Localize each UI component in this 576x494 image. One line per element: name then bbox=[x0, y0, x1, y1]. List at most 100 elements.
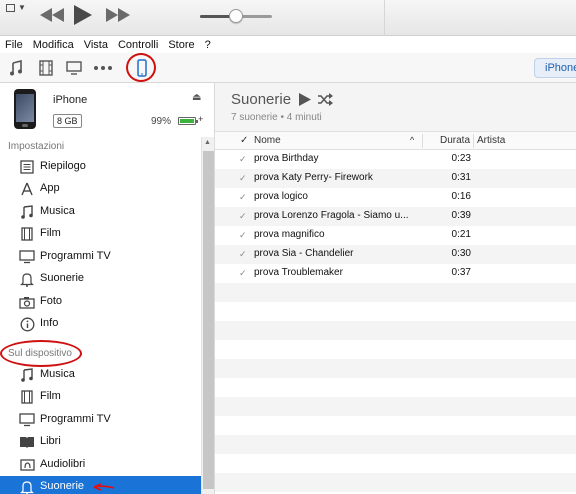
rewind-icon[interactable] bbox=[40, 8, 64, 22]
sidebar-item-device-audiobooks[interactable]: Audiolibri bbox=[0, 454, 201, 476]
sort-ascending-icon[interactable]: ^ bbox=[410, 135, 414, 145]
table-row[interactable]: ✓ prova logico 0:16 bbox=[215, 188, 576, 207]
row-checkbox[interactable]: ✓ bbox=[239, 268, 247, 279]
ringtone-duration: 0:21 bbox=[451, 229, 471, 240]
tv-icon bbox=[19, 412, 35, 428]
sidebar-item-device-ringtones[interactable]: Suonerie bbox=[0, 476, 201, 494]
sidebar-item-summary[interactable]: Riepilogo bbox=[0, 156, 201, 178]
column-check[interactable]: ✓ bbox=[240, 135, 248, 146]
row-checkbox[interactable]: ✓ bbox=[239, 173, 247, 184]
sidebar-item-film[interactable]: Film bbox=[0, 223, 201, 245]
ringtone-duration: 0:37 bbox=[451, 267, 471, 278]
info-icon bbox=[19, 316, 35, 332]
empty-row bbox=[215, 435, 576, 454]
tv-icon bbox=[19, 249, 35, 265]
playlist-header: Suonerie 7 suonerie • 4 minuti bbox=[215, 83, 576, 131]
sidebar-item-label: Musica bbox=[40, 368, 75, 380]
ringtone-name: prova magnifico bbox=[254, 229, 325, 240]
sidebar-item-device-books[interactable]: Libri bbox=[0, 431, 201, 453]
empty-row bbox=[215, 321, 576, 340]
empty-row bbox=[215, 359, 576, 378]
play-icon[interactable] bbox=[299, 93, 311, 106]
menu-controls[interactable]: Controlli bbox=[118, 39, 158, 51]
app-icon bbox=[19, 181, 35, 197]
scroll-thumb[interactable] bbox=[203, 151, 214, 489]
music-note-icon[interactable] bbox=[9, 58, 23, 78]
row-checkbox[interactable]: ✓ bbox=[239, 192, 247, 203]
summary-icon bbox=[19, 159, 35, 175]
sidebar-item-label: Info bbox=[40, 317, 59, 329]
sidebar-item-label: Riepilogo bbox=[40, 160, 86, 172]
sidebar-item-tv[interactable]: Programmi TV bbox=[0, 246, 201, 268]
fast-forward-icon[interactable] bbox=[106, 8, 130, 22]
film-icon[interactable] bbox=[38, 58, 54, 78]
empty-row bbox=[215, 454, 576, 473]
sidebar-item-label: Programmi TV bbox=[40, 413, 111, 425]
sidebar-item-ringtones[interactable]: Suonerie bbox=[0, 268, 201, 290]
menu-edit[interactable]: Modifica bbox=[33, 39, 74, 51]
ringtone-name: prova Katy Perry- Firework bbox=[254, 172, 373, 183]
column-name[interactable]: Nome bbox=[254, 135, 281, 146]
camera-icon bbox=[19, 294, 35, 310]
sidebar-item-label: Libri bbox=[40, 435, 61, 447]
shuffle-icon[interactable] bbox=[317, 93, 333, 106]
table-row[interactable]: ✓ prova Birthday 0:23 bbox=[215, 150, 576, 169]
sidebar-item-device-music[interactable]: Musica bbox=[0, 364, 201, 386]
sidebar-item-music[interactable]: Musica bbox=[0, 201, 201, 223]
empty-row bbox=[215, 340, 576, 359]
capacity-badge: 8 GB bbox=[53, 114, 82, 128]
iphone-icon[interactable] bbox=[136, 58, 148, 78]
sidebar-item-label: Suonerie bbox=[40, 272, 85, 284]
menu-store[interactable]: Store bbox=[168, 39, 194, 51]
scroll-up-icon[interactable]: ▲ bbox=[204, 139, 211, 146]
audiobook-icon bbox=[19, 457, 35, 473]
table-row[interactable]: ✓ prova Katy Perry- Firework 0:31 bbox=[215, 169, 576, 188]
sidebar-item-label: Programmi TV bbox=[40, 250, 111, 262]
device-name: iPhone bbox=[53, 94, 88, 106]
table-row[interactable]: ✓ prova Sia - Chandelier 0:30 bbox=[215, 245, 576, 264]
menu-file[interactable]: File bbox=[5, 39, 23, 51]
sidebar-scrollbar[interactable]: ▲ bbox=[201, 137, 214, 494]
window-menu-button[interactable]: ▼ bbox=[4, 2, 26, 16]
sidebar-item-info[interactable]: Info bbox=[0, 313, 201, 335]
iphone-device-button[interactable]: iPhone bbox=[534, 58, 576, 78]
tv-icon[interactable] bbox=[66, 58, 82, 78]
row-checkbox[interactable]: ✓ bbox=[239, 154, 247, 165]
table-row[interactable]: ✓ prova magnifico 0:21 bbox=[215, 226, 576, 245]
main-content: Suonerie 7 suonerie • 4 minuti ✓ Nome ^ … bbox=[215, 83, 576, 494]
volume-slider[interactable] bbox=[200, 9, 272, 23]
charging-icon: + bbox=[198, 114, 204, 124]
play-icon[interactable] bbox=[74, 5, 92, 25]
volume-knob[interactable] bbox=[229, 9, 243, 23]
bell-icon bbox=[19, 479, 35, 494]
ringtone-name: prova Birthday bbox=[254, 153, 319, 164]
menu-view[interactable]: Vista bbox=[84, 39, 108, 51]
more-icon[interactable] bbox=[94, 58, 112, 78]
menu-help[interactable]: ? bbox=[205, 39, 211, 51]
music-note-icon bbox=[19, 367, 35, 383]
eject-icon[interactable]: ⏏ bbox=[192, 92, 201, 103]
music-note-icon bbox=[19, 204, 35, 220]
sidebar-item-label: Audiolibri bbox=[40, 458, 86, 470]
iphone-thumbnail bbox=[14, 89, 36, 129]
empty-row bbox=[215, 283, 576, 302]
media-toolbar: iPhone bbox=[0, 53, 576, 83]
table-row[interactable]: ✓ prova Lorenzo Fragola - Siamo u... 0:39 bbox=[215, 207, 576, 226]
ringtone-name: prova Lorenzo Fragola - Siamo u... bbox=[254, 210, 409, 221]
row-checkbox[interactable]: ✓ bbox=[239, 211, 247, 222]
empty-row bbox=[215, 473, 576, 492]
sidebar-item-label: Musica bbox=[40, 205, 75, 217]
ringtone-name: prova logico bbox=[254, 191, 308, 202]
row-checkbox[interactable]: ✓ bbox=[239, 230, 247, 241]
column-duration[interactable]: Durata bbox=[440, 135, 470, 146]
column-artist[interactable]: Artista bbox=[477, 135, 505, 146]
empty-row bbox=[215, 397, 576, 416]
sidebar-item-photos[interactable]: Foto bbox=[0, 291, 201, 313]
sidebar-item-app[interactable]: App bbox=[0, 178, 201, 200]
table-row[interactable]: ✓ prova Troublemaker 0:37 bbox=[215, 264, 576, 283]
sidebar-item-device-film[interactable]: Film bbox=[0, 386, 201, 408]
row-checkbox[interactable]: ✓ bbox=[239, 249, 247, 260]
ringtone-name: prova Sia - Chandelier bbox=[254, 248, 354, 259]
sidebar-item-device-tv[interactable]: Programmi TV bbox=[0, 409, 201, 431]
film-icon bbox=[19, 389, 35, 405]
